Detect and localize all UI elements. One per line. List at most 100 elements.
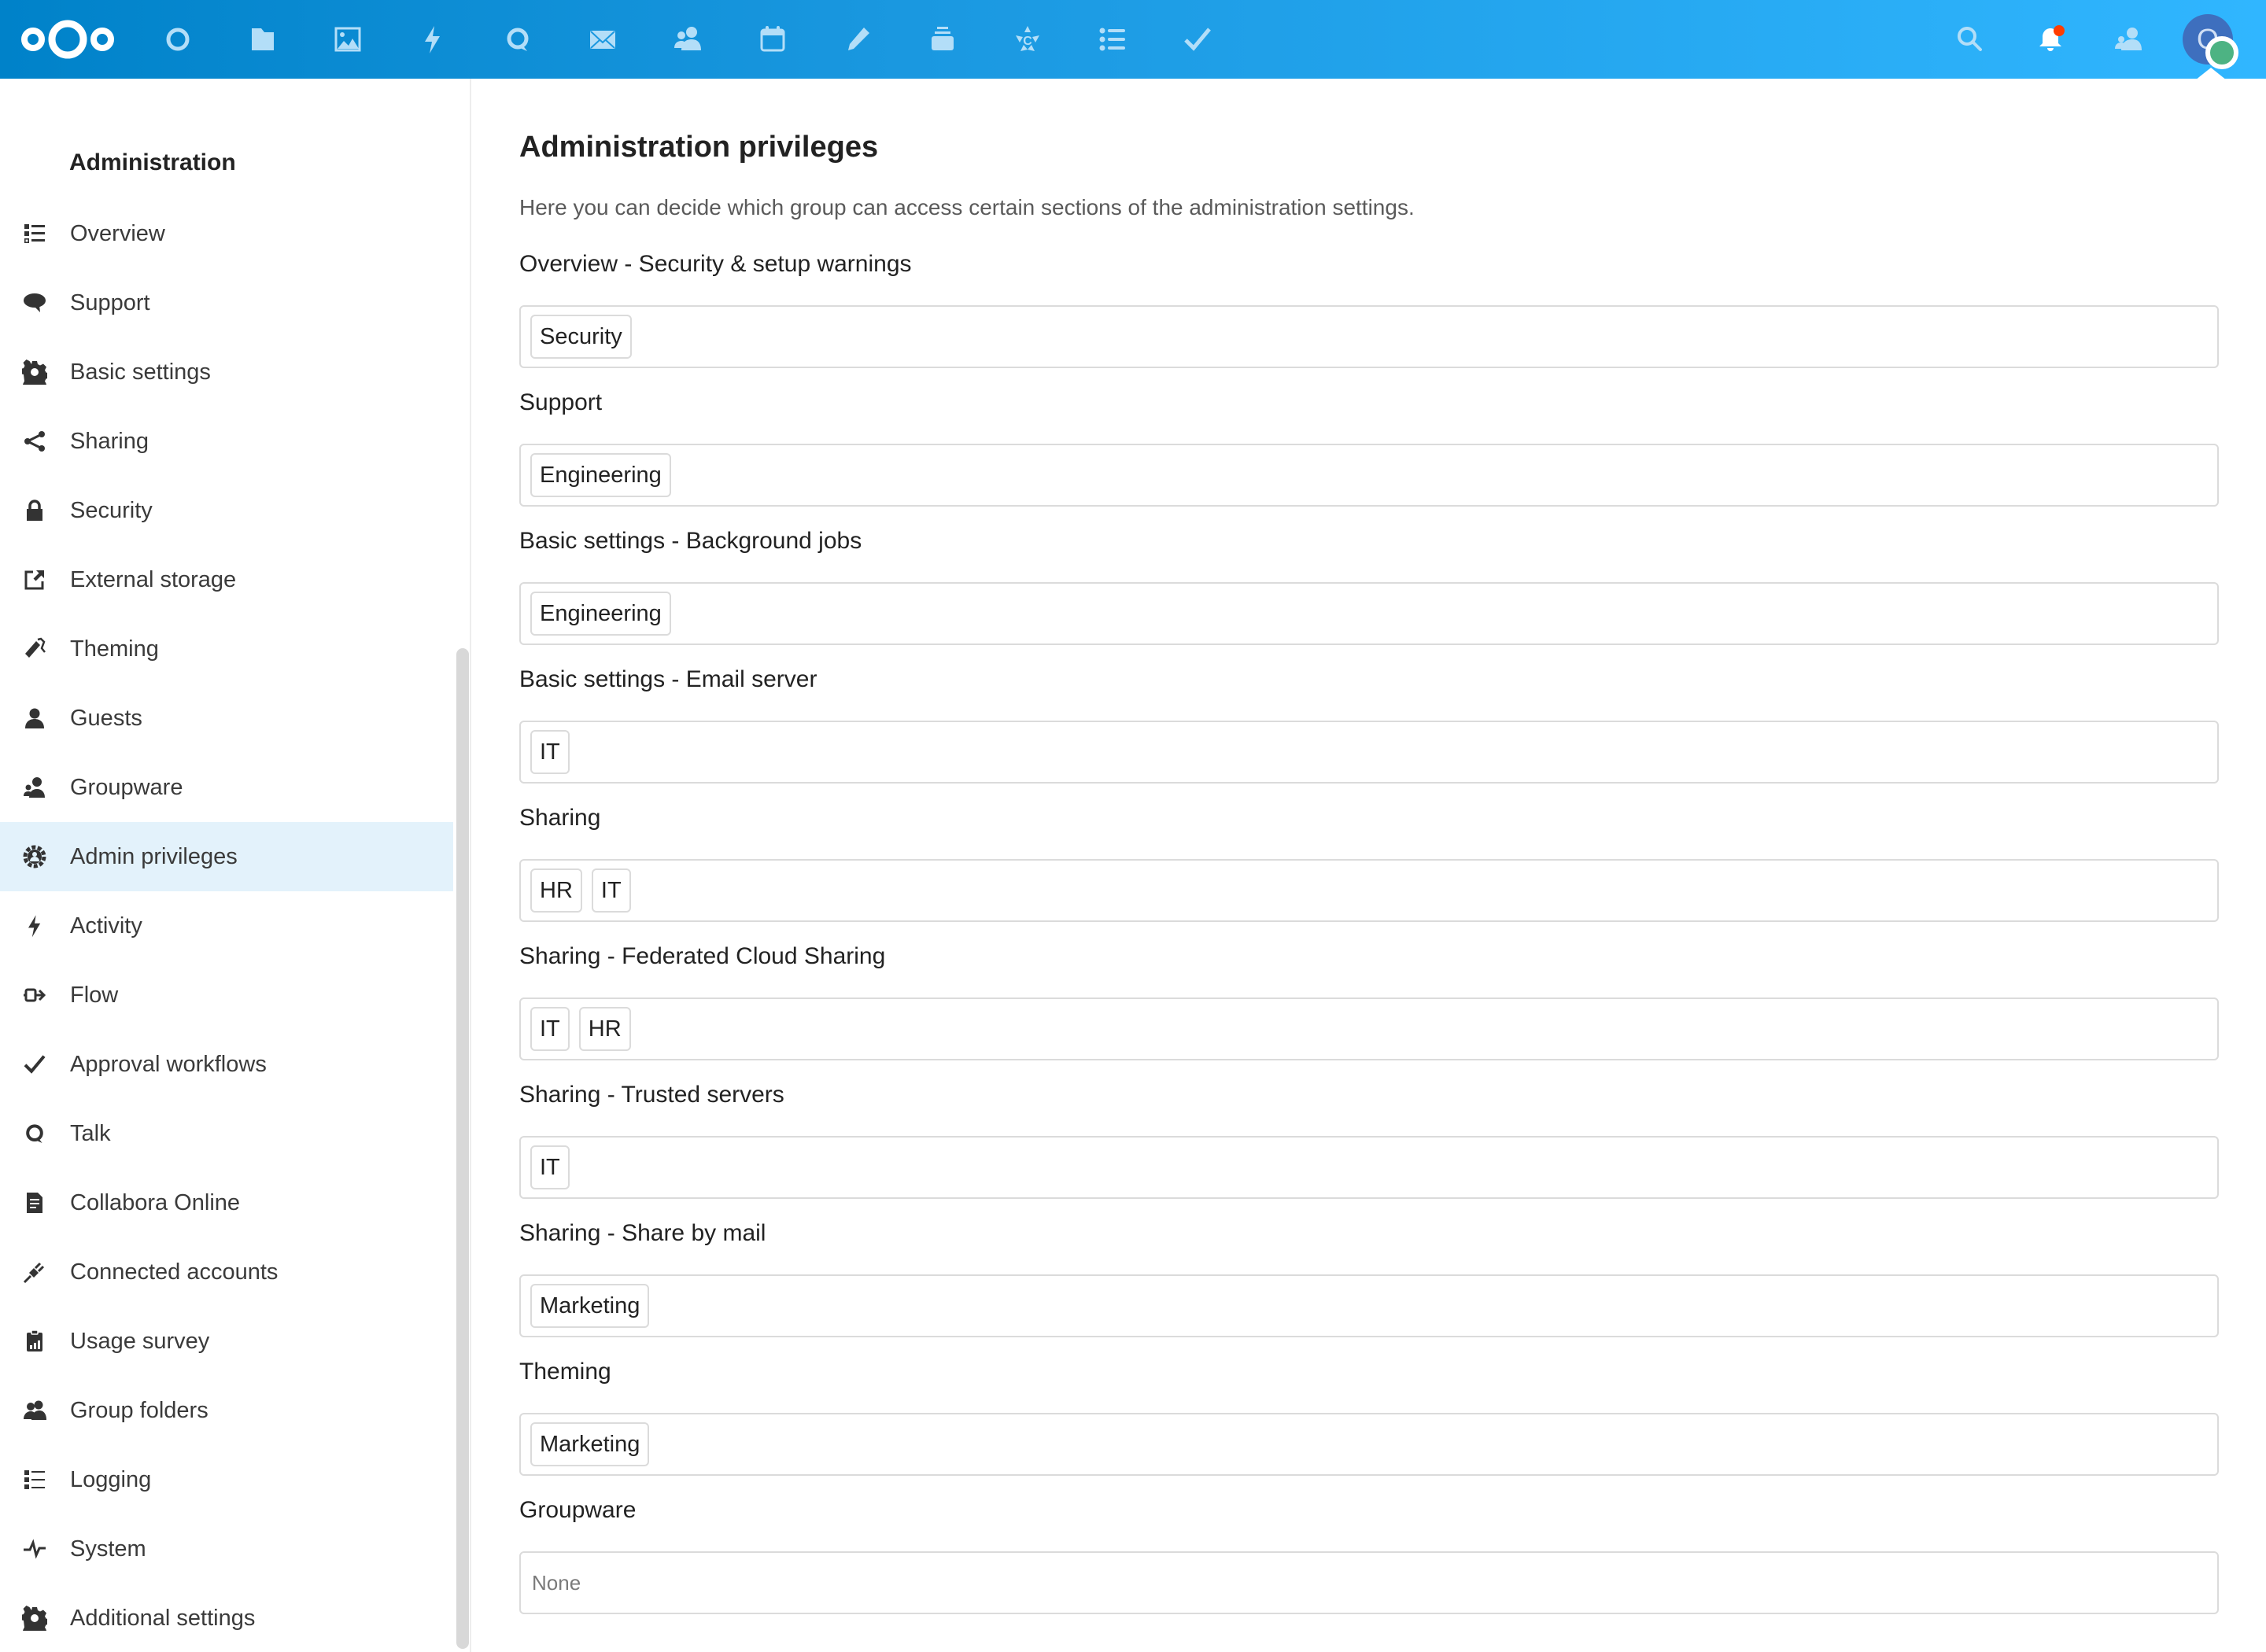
app-approval[interactable] — [1179, 20, 1216, 58]
sidebar-item-label: Logging — [70, 1466, 152, 1492]
app-photos[interactable] — [329, 20, 367, 58]
sidebar-item-label: Talk — [70, 1120, 111, 1146]
user-icon — [20, 704, 49, 732]
bell-icon[interactable] — [2032, 20, 2069, 58]
sidebar-item-activity[interactable]: Activity — [0, 891, 453, 961]
sidebar-item-overview[interactable]: Overview — [0, 199, 453, 268]
privilege-section: Overview - Security & setup warnings Secu… — [519, 245, 2219, 368]
privilege-section: Sharing - Trusted servers IT — [519, 1076, 2219, 1199]
group-tag[interactable]: Engineering — [530, 453, 671, 497]
sidebar-item-label: Basic settings — [70, 359, 211, 385]
external-link-icon — [20, 566, 49, 594]
sidebar-item-collabora-online[interactable]: Collabora Online — [0, 1168, 453, 1237]
pulse-icon — [20, 1535, 49, 1563]
group-tag[interactable]: Security — [530, 315, 632, 359]
app-collectives[interactable]: C — [1009, 20, 1046, 58]
app-notes[interactable] — [839, 20, 877, 58]
sidebar-item-system[interactable]: System — [0, 1514, 453, 1584]
talk-icon — [502, 24, 533, 55]
app-tasks[interactable] — [1094, 20, 1131, 58]
gear-icon — [20, 358, 49, 386]
sidebar-scrollbar[interactable] — [456, 648, 469, 1649]
admin-gear-icon — [20, 843, 49, 871]
app-mail[interactable] — [584, 20, 622, 58]
sidebar-item-label: Group folders — [70, 1397, 209, 1423]
sidebar-item-admin-privileges[interactable]: Admin privileges — [0, 822, 453, 891]
app-calendar[interactable] — [754, 20, 792, 58]
sidebar-item-logging[interactable]: Logging — [0, 1445, 453, 1514]
section-label: Overview - Security & setup warnings — [519, 251, 912, 277]
admin-sidebar: Administration Overview Support Basic sett… — [0, 79, 471, 1652]
speech-bubble-icon — [20, 289, 49, 317]
contacts-menu-icon[interactable] — [2110, 20, 2148, 58]
group-icon — [20, 773, 49, 802]
sidebar-item-basic-settings[interactable]: Basic settings — [0, 337, 453, 407]
group-select-input[interactable]: Engineering — [519, 444, 2219, 507]
sidebar-item-sharing[interactable]: Sharing — [0, 407, 453, 476]
sidebar-item-guests[interactable]: Guests — [0, 684, 453, 753]
group-tag[interactable]: IT — [530, 1007, 570, 1051]
sidebar-item-groupware[interactable]: Groupware — [0, 753, 453, 822]
sidebar-item-label: Additional settings — [70, 1605, 256, 1631]
group-tag[interactable]: IT — [591, 868, 631, 913]
group-select-input[interactable]: IT — [519, 1136, 2219, 1199]
sidebar-item-flow[interactable]: Flow — [0, 961, 453, 1030]
sidebar-item-theming[interactable]: Theming — [0, 614, 453, 684]
privilege-section: Sharing HR IT — [519, 799, 2219, 922]
sidebar-item-additional-settings[interactable]: Additional settings — [0, 1584, 453, 1652]
overview-list-icon — [20, 219, 49, 248]
document-icon — [20, 1189, 49, 1217]
sidebar-item-label: Connected accounts — [70, 1259, 279, 1285]
lightning-icon — [20, 912, 49, 940]
sidebar-item-support[interactable]: Support — [0, 268, 453, 337]
sidebar-item-connected-accounts[interactable]: Connected accounts — [0, 1237, 453, 1307]
group-tag[interactable]: Marketing — [530, 1284, 650, 1328]
nextcloud-logo[interactable] — [19, 17, 116, 61]
group-tag[interactable]: HR — [578, 1007, 631, 1051]
group-tag[interactable]: Engineering — [530, 592, 671, 636]
group-tag[interactable]: IT — [530, 1145, 570, 1189]
notification-badge — [2054, 25, 2065, 36]
gear-icon — [20, 1604, 49, 1632]
online-status-indicator — [2205, 36, 2238, 69]
section-label: Sharing - Federated Cloud Sharing — [519, 943, 886, 969]
share-icon — [20, 427, 49, 455]
app-contacts[interactable] — [669, 20, 707, 58]
section-label: Sharing - Share by mail — [519, 1220, 766, 1246]
sidebar-item-label: Theming — [70, 636, 159, 662]
group-select-input[interactable]: Engineering — [519, 582, 2219, 645]
app-talk[interactable] — [499, 20, 537, 58]
group-select-input[interactable]: Marketing — [519, 1274, 2219, 1337]
group-select-input[interactable]: HR IT — [519, 859, 2219, 922]
sidebar-item-talk[interactable]: Talk — [0, 1099, 453, 1168]
contacts-icon — [672, 24, 703, 55]
sidebar-item-usage-survey[interactable]: Usage survey — [0, 1307, 453, 1376]
group-select-input[interactable]: IT HR — [519, 997, 2219, 1060]
sidebar-item-label: Support — [70, 289, 150, 315]
sidebar-item-label: Usage survey — [70, 1328, 210, 1354]
circle-icon — [162, 24, 194, 55]
group-select-input[interactable]: Security — [519, 305, 2219, 368]
calendar-icon — [757, 24, 788, 55]
app-dashboard[interactable] — [159, 20, 197, 58]
plug-icon — [20, 1258, 49, 1286]
app-deck[interactable] — [924, 20, 961, 58]
group-select-input[interactable]: Marketing — [519, 1413, 2219, 1476]
group-tag[interactable]: Marketing — [530, 1422, 650, 1466]
section-label: Groupware — [519, 1497, 637, 1523]
sidebar-item-group-folders[interactable]: Group folders — [0, 1376, 453, 1445]
sidebar-item-external-storage[interactable]: External storage — [0, 545, 453, 614]
group-tag[interactable]: HR — [530, 868, 582, 913]
sidebar-item-label: Overview — [70, 220, 165, 246]
group-tag[interactable]: IT — [530, 730, 570, 774]
group-select-input[interactable]: None — [519, 1551, 2219, 1614]
app-activity[interactable] — [414, 20, 452, 58]
sidebar-item-security[interactable]: Security — [0, 476, 453, 545]
group-select-input[interactable]: IT — [519, 721, 2219, 784]
section-label: Support — [519, 389, 603, 415]
section-label: Basic settings - Background jobs — [519, 528, 862, 554]
app-files[interactable] — [244, 20, 282, 58]
section-label: Sharing - Trusted servers — [519, 1082, 784, 1108]
search-icon[interactable] — [1951, 20, 1989, 58]
sidebar-item-approval-workflows[interactable]: Approval workflows — [0, 1030, 453, 1099]
